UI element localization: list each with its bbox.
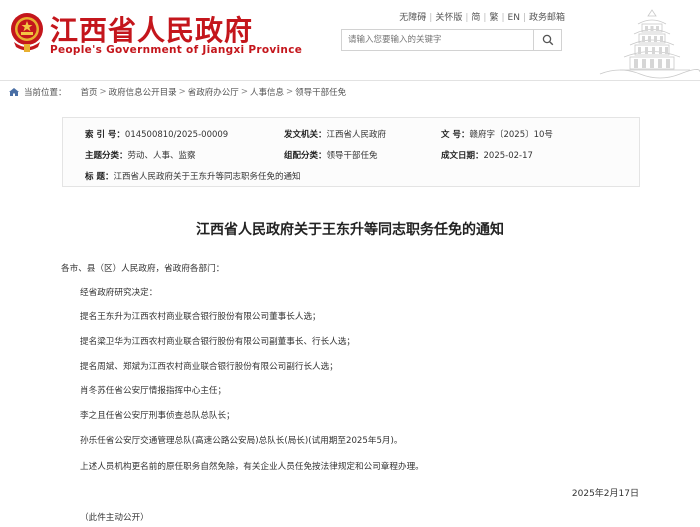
- search-input[interactable]: [342, 30, 532, 50]
- chevron-right-icon: >: [178, 87, 186, 97]
- accessibility-link[interactable]: 无障碍: [399, 13, 426, 23]
- breadcrumb-home[interactable]: 首页: [81, 86, 98, 98]
- breadcrumb: 当前位置： 首页 > 政府信息公开目录 > 省政府办公厅 > 人事信息 > 领导…: [8, 86, 346, 98]
- english-link[interactable]: EN: [508, 13, 520, 23]
- breadcrumb-appointments[interactable]: 领导干部任免: [295, 86, 346, 98]
- meta-title-value: 江西省人民政府关于王东升等同志职务任免的通知: [113, 172, 301, 182]
- search-icon: [542, 34, 553, 46]
- article-paragraph: 上述人员机构更名前的原任职务自然免除，有关企业人员任免按法律规定和公司章程办理。: [80, 462, 424, 472]
- search-button[interactable]: [533, 30, 561, 50]
- meta-index-value: 014500810/2025-00009: [124, 130, 229, 140]
- publication-note: （此件主动公开）: [80, 513, 149, 523]
- article-paragraph: 肖冬苏任省公安厅情报指挥中心主任；: [80, 386, 227, 396]
- meta-date: 成文日期：2025-02-17: [441, 149, 533, 161]
- article-paragraph: 孙乐任省公安厅交通管理总队(高速公路公安局)总队长(局长)(试用期至2025年5…: [80, 436, 403, 446]
- article-greeting: 各市、县（区）人民政府，省政府各部门：: [61, 264, 225, 274]
- article-paragraph: 提名王东升为江西农村商业联合银行股份有限公司董事长人选；: [80, 312, 321, 322]
- meta-docno: 文 号：赣府字〔2025〕10号: [441, 128, 553, 140]
- meta-docno-label: 文 号：: [441, 130, 470, 140]
- location-icon: [9, 88, 19, 96]
- document-meta-box: 索 引 号：014500810/2025-00009 发文机关：江西省人民政府 …: [62, 117, 640, 187]
- simplified-chinese-link[interactable]: 简: [471, 13, 480, 23]
- national-emblem-icon[interactable]: [9, 10, 45, 54]
- meta-docno-value: 赣府字〔2025〕10号: [469, 130, 553, 140]
- header-divider: [0, 80, 700, 81]
- meta-date-label: 成文日期：: [441, 151, 484, 161]
- gov-mail-link[interactable]: 政务邮箱: [529, 13, 565, 23]
- breadcrumb-personnel[interactable]: 人事信息: [250, 86, 284, 98]
- meta-index: 索 引 号：014500810/2025-00009: [85, 128, 228, 140]
- breadcrumb-label: 当前位置：: [24, 88, 67, 98]
- meta-issuer-value: 江西省人民政府: [326, 130, 387, 140]
- breadcrumb-general-office[interactable]: 省政府办公厅: [188, 86, 239, 98]
- meta-category-label: 组配分类：: [284, 151, 327, 161]
- meta-issuer: 发文机关：江西省人民政府: [284, 128, 386, 140]
- site-header: 江西省人民政府 People's Government of Jiangxi P…: [0, 0, 700, 80]
- article-paragraph: 经省政府研究决定：: [80, 288, 158, 298]
- article-paragraph: 李之且任省公安厅刑事侦查总队总队长；: [80, 411, 235, 421]
- meta-subject: 主题分类：劳动、人事、监察: [85, 149, 196, 161]
- meta-subject-label: 主题分类：: [85, 151, 128, 161]
- meta-category-value: 领导干部任免: [326, 151, 378, 161]
- site-subtitle: People's Government of Jiangxi Province: [50, 44, 303, 56]
- article-date: 2025年2月17日: [571, 489, 639, 499]
- chevron-right-icon: >: [240, 87, 248, 97]
- article-title: 江西省人民政府关于王东升等同志职务任免的通知: [196, 222, 504, 238]
- meta-issuer-label: 发文机关：: [284, 130, 327, 140]
- breadcrumb-info-catalog[interactable]: 政府信息公开目录: [109, 86, 177, 98]
- article-paragraph: 提名梁卫华为江西农村商业联合银行股份有限公司副董事长、行长人选；: [80, 337, 356, 347]
- meta-category: 组配分类：领导干部任免: [284, 149, 378, 161]
- meta-date-value: 2025-02-17: [483, 151, 533, 161]
- site-title[interactable]: 江西省人民政府: [50, 9, 253, 49]
- article-paragraph: 提名周斌、郑斌为江西农村商业联合银行股份有限公司副行长人选；: [80, 362, 338, 372]
- meta-index-label: 索 引 号：: [85, 130, 125, 140]
- traditional-chinese-link[interactable]: 繁: [489, 13, 498, 23]
- meta-title-label: 标 题：: [85, 172, 114, 182]
- meta-title: 标 题：江西省人民政府关于王东升等同志职务任免的通知: [85, 170, 300, 182]
- pavilion-illustration: [599, 9, 700, 79]
- top-links: 无障碍 | 关怀版 | 简 | 繁 | EN | 政务邮箱: [399, 13, 565, 23]
- chevron-right-icon: >: [99, 87, 107, 97]
- meta-subject-value: 劳动、人事、监察: [127, 151, 196, 161]
- chevron-right-icon: >: [285, 87, 294, 97]
- elderly-mode-link[interactable]: 关怀版: [435, 13, 462, 23]
- search-box: [341, 29, 562, 51]
